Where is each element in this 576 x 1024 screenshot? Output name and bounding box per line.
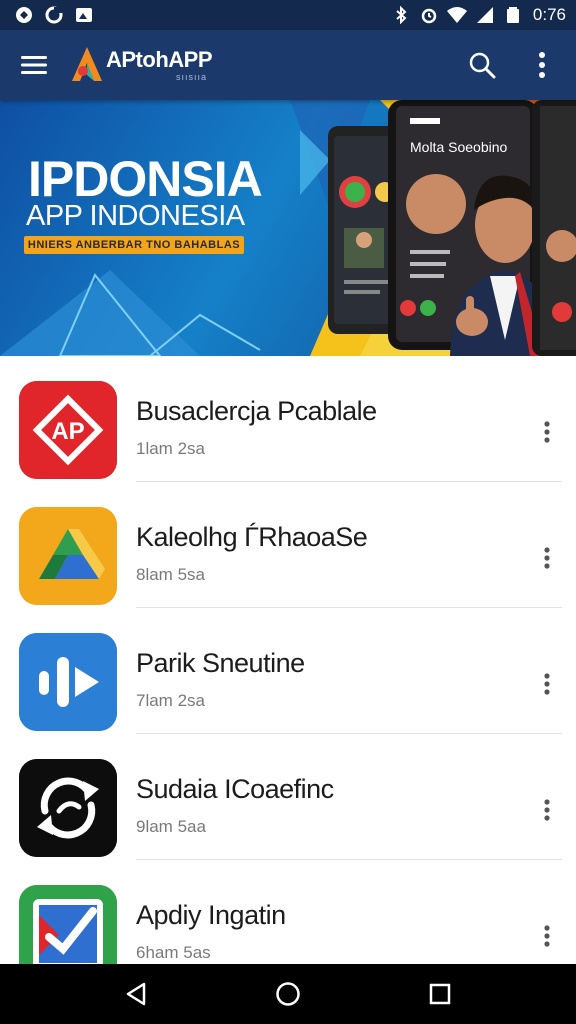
status-time: 0:76 (532, 5, 566, 24)
app-name: Kaleolhg ЃRhaoaSe (136, 522, 368, 552)
app-name: Parik Sneutine (136, 648, 305, 678)
more-vert-icon (544, 799, 550, 821)
list-item[interactable]: Kaleolhg ЃRhaoaSe 8lam 5sa (0, 482, 576, 608)
item-overflow-button[interactable] (532, 412, 562, 452)
banner-tagline: HNIERS ANBERBAR TNO BAHABLAS (24, 236, 244, 254)
list-item[interactable]: AP Busaclercja Pcablale 1lam 2sa (0, 356, 576, 482)
menu-button[interactable] (16, 47, 52, 83)
more-vert-icon (544, 925, 550, 947)
more-vert-icon (544, 547, 550, 569)
more-vert-icon (544, 673, 550, 695)
recents-button[interactable] (420, 974, 460, 1014)
item-overflow-button[interactable] (532, 916, 562, 956)
app-logo[interactable]: APtohAPP sıısııa (70, 45, 213, 85)
more-vert-icon (544, 421, 550, 443)
app-bar: APtohAPP sıısııa (0, 30, 576, 100)
refresh-swirl-icon (19, 759, 117, 857)
app-subtitle: sıısııa (176, 72, 208, 82)
promo-banner[interactable]: Molta Soeobino IPDONSIA APP INDONESIA HN… (0, 100, 576, 356)
checkmark-icon (19, 885, 117, 964)
home-button[interactable] (268, 974, 308, 1014)
item-overflow-button[interactable] (532, 790, 562, 830)
search-button[interactable] (464, 47, 500, 83)
drive-triangle-icon (19, 507, 117, 605)
app-icon (19, 759, 117, 857)
battery-icon (503, 5, 523, 25)
hamburger-menu-icon (21, 56, 47, 74)
list-item[interactable]: Parik Sneutine 7lam 2sa (0, 608, 576, 734)
status-bar: 0:76 (0, 0, 576, 30)
recents-icon (429, 983, 451, 1005)
app-meta: 7lam 2sa (136, 691, 205, 710)
app-name: Busaclercja Pcablale (136, 396, 377, 426)
app-meta: 8lam 5sa (136, 565, 205, 584)
search-icon (469, 52, 496, 79)
app-meta: 1lam 2sa (136, 439, 205, 458)
app-icon: AP (19, 381, 117, 479)
signal-icon (475, 5, 495, 25)
bluetooth-icon (391, 5, 411, 25)
play-pause-icon (19, 633, 117, 731)
app-icon (19, 633, 117, 731)
list-item[interactable]: Sudaia ICoaefinc 9lam 5aa (0, 734, 576, 860)
app-icon (19, 885, 117, 964)
back-button[interactable] (116, 974, 156, 1014)
notification-icon (14, 5, 34, 25)
app-icon (19, 507, 117, 605)
back-icon (126, 982, 146, 1006)
app-name: Sudaia ICoaefinc (136, 774, 334, 804)
image-icon (74, 5, 94, 25)
sync-icon (44, 5, 64, 25)
svg-text:Molta Soeobino: Molta Soeobino (410, 139, 508, 155)
svg-text:AP: AP (51, 418, 84, 445)
more-vert-icon (539, 52, 545, 78)
system-nav-bar (0, 964, 576, 1024)
item-overflow-button[interactable] (532, 538, 562, 578)
item-overflow-button[interactable] (532, 664, 562, 704)
wifi-icon (446, 5, 467, 25)
app-title: APtohAPP (106, 47, 213, 72)
overflow-menu-button[interactable] (524, 47, 560, 83)
app-list: AP Busaclercja Pcablale 1lam 2sa Kaleolh… (0, 356, 576, 964)
logo-mark-icon (72, 47, 102, 81)
list-item[interactable]: Apdiy Ingatin 6ham 5as (0, 860, 576, 964)
alarm-icon (419, 5, 439, 25)
app-name: Apdiy Ingatin (136, 900, 286, 930)
app-meta: 6ham 5as (136, 943, 211, 962)
home-icon (276, 982, 300, 1006)
app-meta: 9lam 5aa (136, 817, 206, 836)
banner-subtitle: APP INDONESIA (26, 200, 245, 232)
ap-logo-icon: AP (19, 381, 117, 479)
